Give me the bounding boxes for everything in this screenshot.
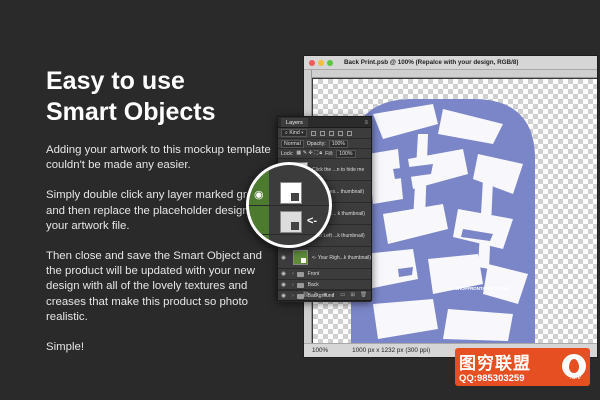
tab-layers[interactable]: Layers: [281, 118, 308, 127]
headline-line-1: Easy to use: [46, 67, 185, 95]
body-copy: Adding your artwork to this mockup templ…: [46, 143, 278, 370]
layers-panel-footer: ⛓ fx ◙ ◐ ▭ ⊞ 🗑︎: [278, 289, 371, 300]
document-titlebar[interactable]: Back Print.psb @ 100% (Repalce with your…: [304, 56, 597, 70]
eye-icon[interactable]: ◉: [280, 271, 287, 277]
smart-object-thumbnail: [280, 182, 302, 204]
horizontal-ruler: [312, 70, 597, 78]
magnified-layer-row: ◉: [249, 178, 329, 206]
body-paragraph-1: Adding your artwork to this mockup templ…: [46, 144, 271, 172]
lock-icons[interactable]: ▦ ✎ ✣ ⛶ 🔒︎: [296, 150, 322, 157]
lock-label: Lock:: [281, 150, 294, 157]
chevron-right-icon[interactable]: ›: [292, 271, 294, 277]
adjustment-layer-icon[interactable]: ◐: [332, 292, 335, 298]
new-group-icon[interactable]: ▭: [340, 292, 345, 298]
blend-mode-select[interactable]: Normal: [281, 139, 304, 148]
document-dimensions: 1000 px x 1232 px (300 ppi): [352, 347, 431, 354]
zoom-window-icon[interactable]: [327, 59, 333, 66]
mask-icon[interactable]: ◙: [324, 292, 327, 298]
layer-name: <- Your Righ...k thumbnail): [311, 254, 371, 261]
kind-filter-label: Kind: [289, 130, 300, 136]
layer-row[interactable]: ◉ <- Your Righ...k thumbnail): [278, 247, 371, 269]
blend-bar: Normal Opacity: 100%: [278, 139, 371, 149]
eye-icon[interactable]: ◉: [280, 282, 287, 288]
layer-group-row[interactable]: ◉ › Front: [278, 269, 371, 280]
folder-icon: [296, 271, 304, 277]
canvas-caption: SHOPFRONTAMATS.COM: [455, 286, 509, 291]
layer-filter-bar: ⌕ Kind ▾: [278, 128, 371, 139]
folder-icon: [296, 282, 304, 288]
opacity-label: Opacity:: [306, 140, 326, 147]
fx-icon[interactable]: fx: [314, 292, 318, 298]
close-window-icon[interactable]: [309, 59, 315, 66]
document-title: Back Print.psb @ 100% (Repalce with your…: [344, 59, 519, 66]
link-layers-icon[interactable]: ⛓: [302, 292, 309, 298]
menu-icon[interactable]: ≡: [364, 119, 368, 127]
magnified-layer-row: <-: [249, 207, 329, 235]
adjustment-filter-icon[interactable]: [320, 130, 326, 136]
layer-group-name: Back: [307, 282, 319, 288]
layer-thumbnail: [293, 250, 308, 265]
minimize-window-icon[interactable]: [318, 59, 324, 66]
new-layer-icon[interactable]: ⊞: [350, 292, 355, 298]
trash-icon[interactable]: 🗑︎: [360, 292, 367, 298]
watermark-suffix: .cn/: [570, 374, 582, 381]
headline: Easy to use Smart Objects: [46, 66, 216, 128]
type-filter-icon[interactable]: [329, 130, 335, 136]
smart-object-filter-icon[interactable]: [347, 130, 353, 136]
headline-line-2: Smart Objects: [46, 98, 216, 126]
eye-icon[interactable]: ◉: [280, 255, 287, 261]
body-paragraph-4: Simple!: [46, 341, 84, 354]
magnifier-callout: ◉ <-: [246, 162, 332, 248]
layer-name: Click the ...n to hide me: [312, 166, 365, 173]
arrow-left-icon: <-: [307, 215, 318, 227]
zoom-level[interactable]: 100%: [312, 347, 328, 354]
watermark-title: 图穷联盟: [459, 354, 531, 373]
layer-group-name: Front: [307, 271, 320, 277]
body-paragraph-2: Simply double click any layer marked gre…: [46, 189, 273, 232]
body-paragraph-3: Then close and save the Smart Object and…: [46, 250, 262, 323]
chevron-right-icon[interactable]: ›: [292, 282, 294, 288]
pixel-filter-icon[interactable]: [311, 130, 317, 136]
eye-icon: ◉: [254, 189, 264, 201]
smart-object-thumbnail: [280, 211, 302, 233]
kind-filter-select[interactable]: ⌕ Kind ▾: [281, 129, 308, 137]
fill-field[interactable]: 100%: [336, 149, 356, 158]
shape-filter-icon[interactable]: [338, 130, 344, 136]
fill-label: Fill:: [325, 150, 334, 157]
layers-panel-header: Layers ≡: [278, 117, 371, 128]
watermark-qq: QQ:985303259: [459, 373, 525, 384]
opacity-field[interactable]: 100%: [328, 139, 349, 148]
lock-bar: Lock: ▦ ✎ ✣ ⛶ 🔒︎ Fill: 100%: [278, 149, 371, 159]
